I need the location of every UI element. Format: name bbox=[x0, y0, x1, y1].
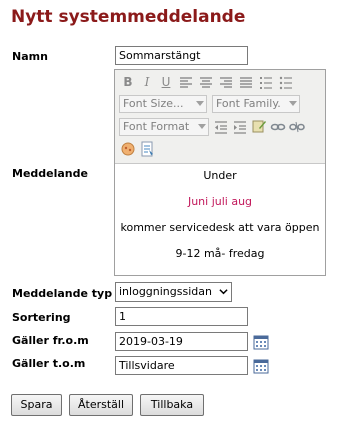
calendar-icon[interactable] bbox=[253, 358, 269, 374]
font-format-select[interactable]: Font Format bbox=[119, 118, 209, 136]
back-button[interactable]: Tillbaka bbox=[140, 394, 204, 416]
indent-icon[interactable] bbox=[232, 119, 248, 135]
bullet-list-icon[interactable] bbox=[278, 75, 294, 91]
font-family-select[interactable]: Font Family. bbox=[212, 95, 300, 113]
reset-button[interactable]: Återställ bbox=[69, 394, 133, 416]
message-line: Under bbox=[203, 169, 237, 182]
valid-from-input[interactable]: 2019-03-19 bbox=[115, 332, 248, 351]
valid-to-label: Gäller t.o.m bbox=[12, 357, 86, 370]
chevron-down-icon bbox=[289, 101, 297, 106]
sort-label: Sortering bbox=[12, 311, 71, 324]
font-size-select[interactable]: Font Size... bbox=[119, 95, 207, 113]
unlink-icon[interactable] bbox=[289, 119, 305, 135]
chevron-down-icon bbox=[196, 101, 204, 106]
cleanup-icon[interactable] bbox=[120, 141, 136, 157]
bold-button[interactable]: B bbox=[120, 74, 136, 90]
align-right-icon[interactable] bbox=[218, 75, 234, 91]
html-source-icon[interactable] bbox=[139, 141, 155, 157]
link-icon[interactable] bbox=[270, 119, 286, 135]
chevron-down-icon bbox=[198, 124, 206, 129]
italic-button[interactable]: I bbox=[139, 74, 155, 90]
message-line: Juni juli aug bbox=[187, 195, 253, 208]
page-title: Nytt systemmeddelande bbox=[11, 7, 246, 27]
ordered-list-icon[interactable] bbox=[258, 75, 274, 91]
save-button[interactable]: Spara bbox=[11, 394, 62, 416]
editor-toolbar: B I U Font Size... Font Family. Font For… bbox=[115, 70, 325, 164]
edit-note-icon[interactable] bbox=[251, 118, 267, 134]
name-label: Namn bbox=[12, 50, 48, 63]
chevron-down-icon bbox=[219, 289, 228, 295]
message-label: Meddelande bbox=[12, 167, 88, 180]
align-center-icon[interactable] bbox=[198, 75, 214, 91]
align-left-icon[interactable] bbox=[178, 75, 194, 91]
sort-input[interactable]: 1 bbox=[115, 307, 248, 326]
message-editor[interactable]: B I U Font Size... Font Family. Font For… bbox=[114, 69, 326, 276]
valid-from-label: Gäller fr.o.m bbox=[12, 334, 89, 347]
align-justify-icon[interactable] bbox=[238, 75, 254, 91]
message-type-select[interactable]: inloggningssidan bbox=[115, 282, 232, 302]
message-type-label: Meddelande typ bbox=[12, 287, 113, 300]
message-line: kommer servicedesk att vara öppen bbox=[120, 221, 320, 234]
name-input[interactable]: Sommarstängt bbox=[115, 46, 248, 65]
calendar-icon[interactable] bbox=[253, 334, 269, 350]
underline-button[interactable]: U bbox=[158, 74, 174, 90]
valid-to-input[interactable]: Tillsvidare bbox=[115, 356, 248, 375]
message-line: 9-12 må- fredag bbox=[175, 247, 265, 260]
outdent-icon[interactable] bbox=[213, 119, 229, 135]
